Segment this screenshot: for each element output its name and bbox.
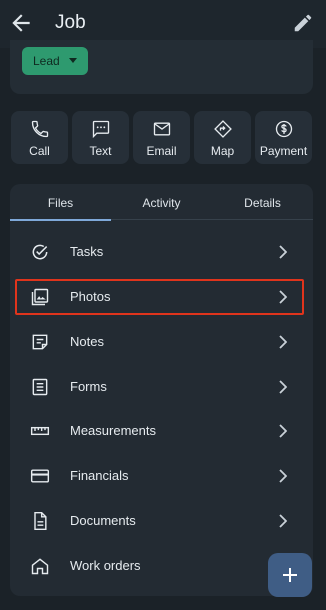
- document-icon: [34, 511, 47, 531]
- directions-icon: [213, 120, 232, 138]
- chevron-right-icon: [279, 469, 287, 483]
- tab-details[interactable]: Details: [212, 196, 313, 218]
- status-dropdown[interactable]: Lead: [22, 47, 88, 75]
- list-item-photos[interactable]: Photos: [10, 277, 313, 317]
- caret-down-icon: [69, 58, 77, 63]
- list-item-notes[interactable]: Notes: [10, 322, 313, 362]
- ruler-icon: [30, 426, 50, 436]
- active-tab-indicator: [10, 219, 111, 221]
- status-label: Lead: [33, 54, 60, 68]
- map-button[interactable]: Map: [194, 111, 251, 164]
- edit-button[interactable]: [292, 12, 314, 34]
- email-button[interactable]: Email: [133, 111, 190, 164]
- list-item-label: Work orders: [70, 558, 141, 573]
- phone-icon: [31, 120, 48, 138]
- photos-icon: [31, 288, 49, 306]
- dollar-icon: [275, 120, 292, 138]
- message-icon: [92, 120, 109, 139]
- check-circle-icon: [32, 244, 48, 260]
- list-item-label: Notes: [70, 334, 104, 349]
- chevron-right-icon: [279, 380, 287, 394]
- mail-icon: [153, 122, 170, 136]
- chevron-right-icon: [279, 245, 287, 259]
- pencil-icon: [294, 14, 312, 32]
- call-button[interactable]: Call: [11, 111, 68, 164]
- chevron-right-icon: [279, 290, 287, 304]
- form-icon: [32, 378, 48, 396]
- plus-icon: [283, 568, 297, 582]
- tab-activity[interactable]: Activity: [111, 196, 212, 218]
- list-item-documents[interactable]: Documents: [10, 501, 313, 541]
- list-item-label: Tasks: [70, 244, 104, 259]
- list-item-financials[interactable]: Financials: [10, 456, 313, 496]
- list-item-label: Forms: [70, 379, 107, 394]
- list-item-label: Financials: [70, 468, 129, 483]
- list-item-label: Documents: [70, 513, 136, 528]
- list-item-label: Photos: [70, 289, 111, 304]
- page-title: Job: [55, 12, 86, 33]
- tab-files[interactable]: Files: [10, 196, 111, 218]
- card-icon: [30, 469, 50, 483]
- text-button[interactable]: Text: [72, 111, 129, 164]
- list-item-forms[interactable]: Forms: [10, 367, 313, 407]
- map-label: Map: [210, 144, 235, 158]
- text-label: Text: [89, 144, 112, 158]
- back-button[interactable]: [8, 10, 34, 36]
- note-icon: [32, 334, 48, 350]
- call-label: Call: [29, 144, 50, 158]
- arrow-left-icon: [12, 14, 30, 32]
- payment-button[interactable]: Payment: [255, 111, 312, 164]
- list-item-measurements[interactable]: Measurements: [10, 411, 313, 451]
- chevron-right-icon: [279, 424, 287, 438]
- list-item-tasks[interactable]: Tasks: [10, 232, 313, 272]
- chevron-right-icon: [279, 514, 287, 528]
- add-button[interactable]: [268, 553, 312, 597]
- list-item-label: Measurements: [70, 423, 156, 438]
- chevron-right-icon: [279, 335, 287, 349]
- email-label: Email: [146, 144, 177, 158]
- home-icon: [31, 558, 49, 575]
- payment-label: Payment: [259, 144, 308, 158]
